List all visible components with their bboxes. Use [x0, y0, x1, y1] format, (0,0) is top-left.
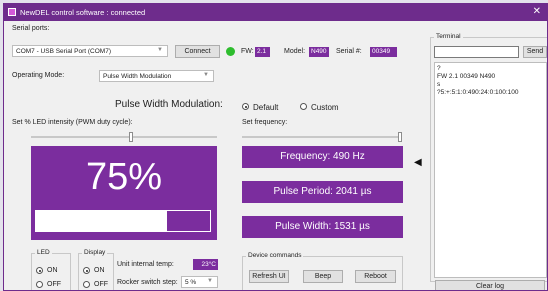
default-frequency-label: Default — [253, 103, 279, 112]
serial-port-value: COM7 - USB Serial Port (COM7) — [16, 48, 111, 55]
connection-status-indicator — [226, 47, 235, 56]
app-icon — [8, 8, 16, 16]
chevron-down-icon: ▼ — [157, 47, 163, 53]
rocker-step-select[interactable]: 5 % ▼ — [181, 276, 218, 288]
terminal-input[interactable] — [434, 46, 519, 58]
rocker-step-value: 5 % — [185, 279, 197, 286]
terminal-log-line: ?5:+:5:1:0:490:24:0:100:100 — [437, 89, 519, 96]
display-group: Display ON OFF — [78, 249, 114, 290]
main-window: NewDEL control software : connected ✕ Se… — [3, 3, 548, 291]
rocker-step-label: Rocker switch step: — [117, 279, 178, 286]
model-value: N490 — [309, 47, 329, 57]
title-bar: NewDEL control software : connected ✕ — [4, 4, 547, 21]
operating-mode-value: Pulse Width Modulation — [103, 73, 172, 80]
intensity-display-panel: 75% — [31, 146, 217, 240]
intensity-label: Set % LED intensity (PWM duty cycle): — [12, 119, 133, 126]
frequency-display: Frequency: 490 Hz — [242, 146, 403, 168]
device-commands-group: Device commands Refresh UI Beep Reboot — [242, 252, 403, 290]
operating-mode-label: Operating Mode: — [12, 72, 65, 79]
led-on-label: ON — [47, 267, 58, 274]
intensity-slider-track[interactable] — [31, 136, 217, 138]
send-button[interactable]: Send — [523, 46, 547, 58]
pwm-title: Pulse Width Modulation: — [115, 99, 223, 110]
display-off-label: OFF — [94, 281, 108, 288]
unit-temp-value: 23°C — [193, 259, 218, 270]
custom-frequency-radio[interactable] — [300, 103, 307, 110]
connect-button[interactable]: Connect — [175, 45, 220, 58]
intensity-percent: 75% — [85, 156, 163, 198]
frequency-slider-track[interactable] — [242, 136, 402, 138]
clear-log-button[interactable]: Clear log — [435, 280, 545, 290]
reboot-button[interactable]: Reboot — [355, 270, 396, 283]
model-label: Model: — [284, 48, 306, 55]
led-on-radio[interactable] — [36, 267, 43, 274]
intensity-slider-thumb[interactable] — [129, 132, 134, 142]
display-off-radio[interactable] — [83, 281, 90, 288]
default-frequency-radio[interactable] — [242, 103, 249, 110]
led-group: LED ON OFF — [31, 249, 71, 290]
unit-temp-label: Unit internal temp: — [117, 261, 174, 268]
fw-label: FW: — [241, 48, 254, 55]
chevron-down-icon: ▼ — [207, 278, 213, 284]
fw-value: 2.1 — [255, 47, 270, 57]
terminal-panel: Terminal Send ? FW 2.1 00349 N490 s ?5:+… — [430, 21, 547, 290]
display-on-label: ON — [94, 267, 105, 274]
pulse-width-display: Pulse Width: 1531 µs — [242, 216, 403, 238]
terminal-log-line: FW 2.1 00349 N490 — [437, 73, 496, 80]
device-commands-title: Device commands — [246, 252, 304, 259]
serial-number-value: 00349 — [370, 47, 397, 57]
terminal-group: Terminal Send ? FW 2.1 00349 N490 s ?5:+… — [430, 33, 547, 282]
intensity-bar-track — [35, 210, 211, 232]
pulse-period-display: Pulse Period: 2041 µs — [242, 181, 403, 203]
serial-number-label: Serial #: — [336, 48, 362, 55]
terminal-log-line: s — [437, 81, 441, 88]
led-off-label: OFF — [47, 281, 61, 288]
terminal-title: Terminal — [434, 33, 463, 40]
display-on-radio[interactable] — [83, 267, 90, 274]
close-icon[interactable]: ✕ — [533, 6, 541, 17]
beep-button[interactable]: Beep — [303, 270, 343, 283]
operating-mode-select[interactable]: Pulse Width Modulation ▼ — [99, 70, 214, 82]
serial-ports-label: Serial ports: — [12, 25, 50, 32]
serial-port-select[interactable]: COM7 - USB Serial Port (COM7) ▼ — [12, 45, 168, 57]
custom-frequency-label: Custom — [311, 103, 339, 112]
collapse-arrow-icon[interactable]: ◀ — [414, 157, 422, 168]
intensity-bar-fill — [166, 211, 210, 231]
window-title: NewDEL control software : connected — [20, 8, 146, 17]
display-group-title: Display — [82, 249, 108, 256]
refresh-ui-button[interactable]: Refresh UI — [249, 270, 289, 283]
led-group-title: LED — [35, 249, 52, 256]
chevron-down-icon: ▼ — [203, 72, 209, 78]
frequency-slider-thumb[interactable] — [398, 132, 402, 142]
set-frequency-label: Set frequency: — [242, 119, 288, 126]
led-off-radio[interactable] — [36, 281, 43, 288]
terminal-log: ? FW 2.1 00349 N490 s ?5:+:5:1:0:490:24:… — [434, 62, 547, 278]
terminal-log-line: ? — [437, 65, 441, 72]
